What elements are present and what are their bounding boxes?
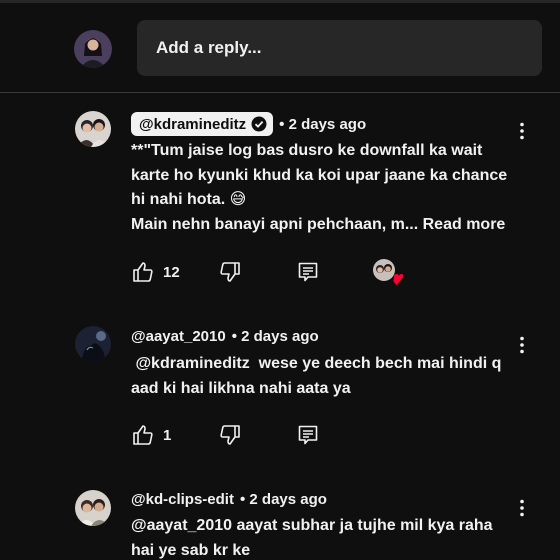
like-count: 1 xyxy=(163,426,172,444)
thumb-up-icon xyxy=(133,425,153,445)
dislike-button[interactable] xyxy=(218,422,242,448)
like-button[interactable]: 1 xyxy=(131,422,171,448)
comment-meta: @kdramineditz • 2 days ago xyxy=(131,112,366,136)
more-vert-icon[interactable] xyxy=(512,121,532,141)
reply-composer: Add a reply... xyxy=(0,4,560,92)
comment-time: • 2 days ago xyxy=(239,491,327,508)
like-count: 12 xyxy=(163,263,180,281)
creator-heart-icon xyxy=(371,257,404,287)
comment-text: **"Tum jaise log bas dusro ke downfall k… xyxy=(131,139,516,237)
thumb-down-icon xyxy=(220,262,240,282)
author-name: @kdramineditz xyxy=(139,115,247,133)
verified-check-icon xyxy=(251,116,267,132)
like-button[interactable]: 12 xyxy=(131,259,180,285)
author-chip[interactable]: @kdramineditz xyxy=(131,112,274,136)
read-more-link[interactable]: Read more xyxy=(423,216,506,233)
reply-button[interactable] xyxy=(296,259,320,285)
reply-button[interactable] xyxy=(296,422,320,448)
reply-icon xyxy=(298,425,318,445)
author-name[interactable]: @aayat_2010 xyxy=(131,328,226,345)
thumb-up-icon xyxy=(133,262,153,282)
add-reply-input[interactable]: Add a reply... xyxy=(137,20,542,76)
comment-meta: @aayat_2010 • 2 days ago xyxy=(131,328,319,345)
commenter-avatar[interactable] xyxy=(75,111,111,147)
comment-truncated: Main nehn banayi apni pehchaan, m... xyxy=(131,215,419,233)
comment-time: • 2 days ago xyxy=(279,115,367,133)
comment-line: @kdramineditz wese ye deech bech mai hin… xyxy=(131,355,506,397)
top-divider xyxy=(0,0,560,3)
comments-panel: Add a reply... @kdramineditz • 2 days ag… xyxy=(0,0,560,560)
comment-line: Main nehn banayi apni pehchaan, m... Rea… xyxy=(131,213,516,238)
user-avatar[interactable] xyxy=(74,30,112,68)
dislike-button[interactable] xyxy=(218,259,242,285)
comment-text: @kdramineditz wese ye deech bech mai hin… xyxy=(131,352,511,401)
comment-time: • 2 days ago xyxy=(231,328,319,345)
comment-line: @aayat_2010 aayat subhar ja tujhe mil ky… xyxy=(131,517,498,559)
section-divider xyxy=(0,92,560,93)
thumb-down-icon xyxy=(220,425,240,445)
more-vert-icon[interactable] xyxy=(512,335,532,355)
comment-line: **"Tum jaise log bas dusro ke downfall k… xyxy=(131,142,512,208)
author-name[interactable]: @kd-clips-edit xyxy=(131,491,234,508)
more-vert-icon[interactable] xyxy=(512,498,532,518)
comment-meta: @kd-clips-edit • 2 days ago xyxy=(131,491,327,508)
reply-icon xyxy=(298,262,318,282)
commenter-avatar[interactable] xyxy=(75,326,111,362)
commenter-avatar[interactable] xyxy=(75,490,111,526)
comment-text: @aayat_2010 aayat subhar ja tujhe mil ky… xyxy=(131,514,509,560)
